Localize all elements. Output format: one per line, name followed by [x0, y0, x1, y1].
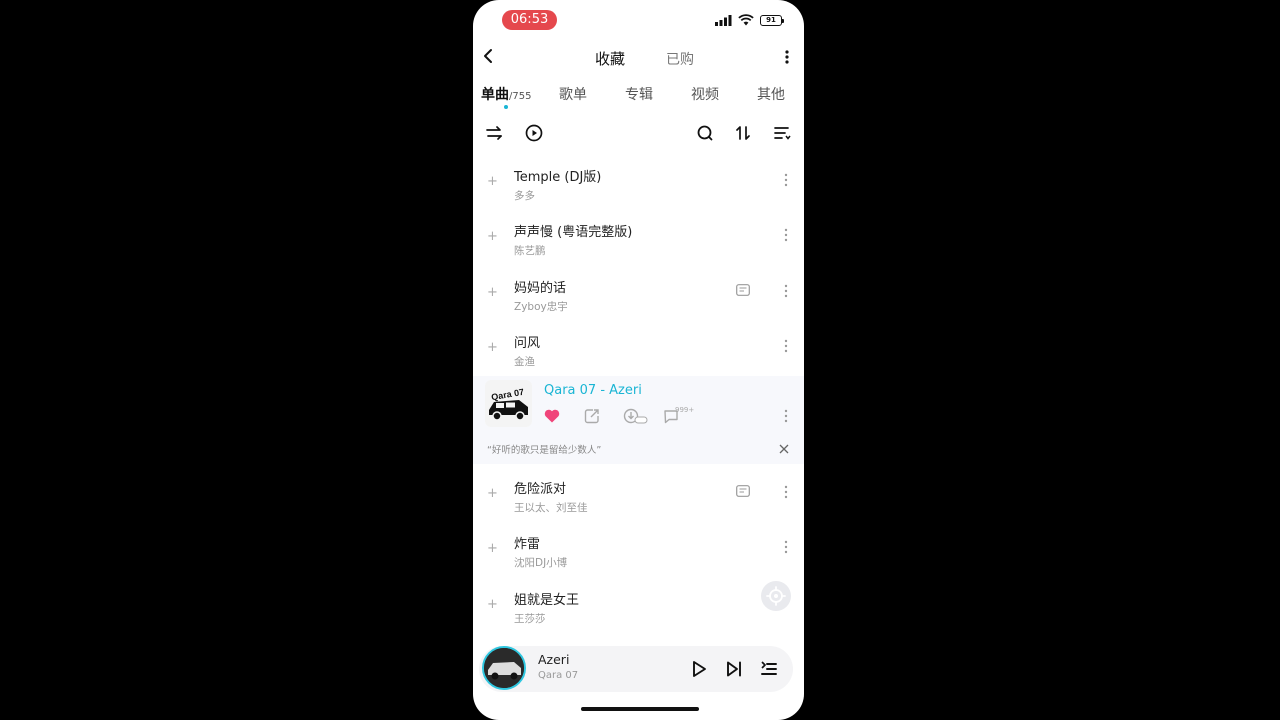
like-heart-icon[interactable]	[543, 407, 561, 425]
more-vertical-icon[interactable]	[778, 47, 796, 67]
top-nav: 收藏 已购	[473, 40, 804, 74]
more-options-icon[interactable]	[784, 227, 788, 243]
song-quote: “好听的歌只是留给少数人”	[487, 445, 602, 456]
tab-purchased[interactable]: 已购	[666, 49, 694, 69]
more-options-icon[interactable]	[784, 338, 788, 354]
more-options-icon[interactable]	[784, 539, 788, 555]
mini-player[interactable]: Azeri Qara 07	[479, 646, 793, 692]
song-artist: 王莎莎	[514, 613, 546, 625]
comment-count: 999+	[675, 406, 695, 414]
mini-player-cover[interactable]	[482, 646, 526, 690]
tab-playlists[interactable]: 歌单	[559, 84, 587, 104]
now-playing-title: Qara 07 - Azeri	[544, 383, 642, 398]
add-icon[interactable]: +	[487, 229, 498, 244]
category-tabs: 单曲/755 歌单 专辑 视频 其他	[473, 80, 804, 112]
tab-singles[interactable]: 单曲/755	[481, 84, 531, 104]
add-icon[interactable]: +	[487, 541, 498, 556]
add-icon[interactable]: +	[487, 340, 498, 355]
status-icons: 91	[715, 14, 784, 26]
tab-count: /755	[509, 91, 532, 102]
song-title: 声声慢 (粤语完整版)	[514, 225, 633, 240]
more-options-icon[interactable]	[784, 484, 788, 500]
home-indicator	[581, 707, 699, 711]
mv-icon[interactable]	[736, 284, 750, 296]
more-options-icon[interactable]	[784, 172, 788, 188]
song-row[interactable]: + 声声慢 (粤语完整版) 陈艺鹏	[473, 215, 804, 270]
car-cover-image: Qara 07	[485, 380, 532, 427]
signal-icon	[715, 14, 732, 26]
song-artist: Zyboy忠宇	[514, 301, 568, 313]
play-all-icon[interactable]	[524, 123, 544, 143]
song-title: 姐就是女王	[514, 593, 580, 608]
now-playing-row[interactable]: Qara 07 Qara 07 - Azeri 999+ “好听的歌只是留给少数…	[473, 376, 804, 464]
song-row[interactable]: + 问风 金渔	[473, 326, 804, 381]
playlist-queue-icon[interactable]	[758, 658, 780, 680]
song-title: 妈妈的话	[514, 281, 567, 296]
sort-icon[interactable]	[733, 123, 753, 143]
song-artist: 沈阳DJ小博	[514, 557, 568, 569]
active-tab-indicator	[504, 105, 508, 109]
tab-albums[interactable]: 专辑	[625, 84, 653, 104]
song-row[interactable]: + Temple (DJ版) 多多	[473, 160, 804, 215]
add-icon[interactable]: +	[487, 486, 498, 501]
search-icon[interactable]	[695, 123, 715, 143]
play-icon[interactable]	[688, 658, 710, 680]
locate-current-song-button[interactable]	[761, 581, 791, 611]
download-vip-icon[interactable]	[623, 407, 649, 425]
song-title: 问风	[514, 336, 541, 351]
car-cover-image	[484, 648, 524, 688]
song-row[interactable]: + 妈妈的话 Zyboy忠宇	[473, 271, 804, 326]
mini-player-title: Azeri	[538, 652, 570, 667]
tab-others[interactable]: 其他	[757, 84, 785, 104]
add-icon[interactable]: +	[487, 285, 498, 300]
close-icon[interactable]	[778, 443, 790, 455]
phone-screen: 06:53 91 收藏 已购 单曲/755 歌单 专辑 视频 其他 + Temp…	[473, 0, 804, 720]
add-icon[interactable]: +	[487, 174, 498, 189]
back-icon[interactable]	[479, 46, 499, 66]
song-title: Temple (DJ版)	[514, 170, 602, 185]
song-row[interactable]: + 危险派对 王以太、刘至佳	[473, 472, 804, 527]
song-row[interactable]: + 姐就是女王 王莎莎	[473, 583, 804, 638]
album-cover[interactable]: Qara 07	[485, 380, 532, 427]
song-artist: 王以太、刘至佳	[514, 502, 588, 514]
locate-icon	[766, 586, 786, 606]
status-time: 06:53	[502, 10, 557, 30]
more-options-icon[interactable]	[784, 408, 788, 424]
share-icon[interactable]	[583, 407, 601, 425]
status-bar: 06:53 91	[473, 0, 804, 40]
tab-favorites[interactable]: 收藏	[595, 48, 625, 69]
next-track-icon[interactable]	[723, 658, 745, 680]
list-toolbar	[473, 120, 804, 146]
song-artist: 金渔	[514, 356, 535, 368]
mini-player-subtitle: Qara 07	[538, 670, 579, 681]
batch-manage-icon[interactable]	[772, 123, 792, 143]
song-row[interactable]: + 炸雷 沈阳DJ小博	[473, 527, 804, 582]
song-artist: 陈艺鹏	[514, 245, 546, 257]
tab-videos[interactable]: 视频	[691, 84, 719, 104]
add-icon[interactable]: +	[487, 597, 498, 612]
song-artist: 多多	[514, 190, 535, 202]
mv-icon[interactable]	[736, 485, 750, 497]
tab-label: 单曲	[481, 87, 509, 103]
more-options-icon[interactable]	[784, 283, 788, 299]
song-title: 炸雷	[514, 537, 541, 552]
song-title: 危险派对	[514, 482, 567, 497]
battery-icon: 91	[760, 14, 784, 26]
shuffle-play-icon[interactable]	[484, 123, 504, 143]
wifi-icon	[738, 14, 754, 26]
